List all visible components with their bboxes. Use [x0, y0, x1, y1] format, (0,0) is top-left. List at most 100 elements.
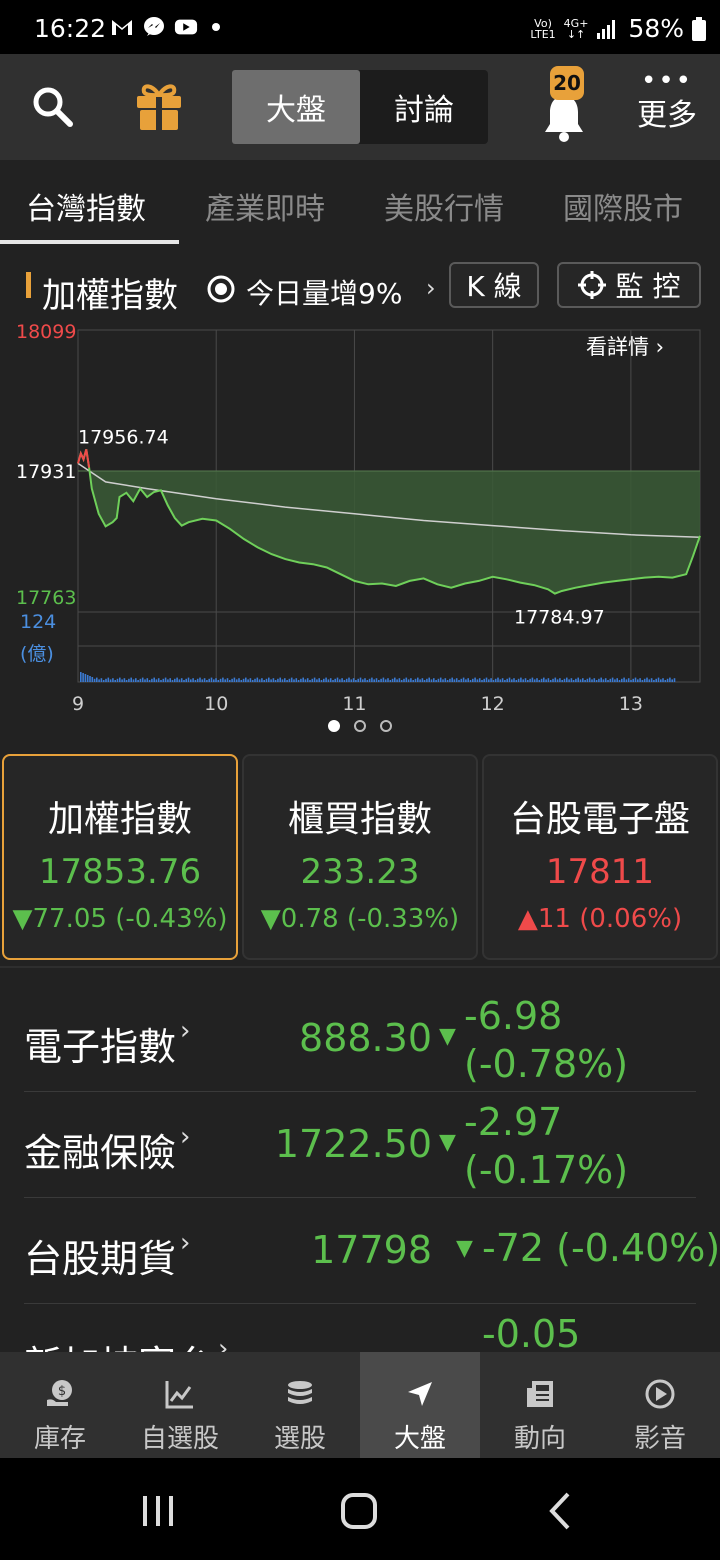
volte-indicator: Vo) LTE1: [530, 16, 556, 41]
sector-row-sgx-taiwan[interactable]: 新加坡富台› -0.05: [24, 1304, 696, 1352]
volume-bar: [650, 678, 653, 682]
volume-bar: [575, 678, 577, 682]
row-change: -2.97 (-0.17%): [464, 1100, 629, 1192]
volume-bar: [281, 679, 284, 682]
volume-bar: [579, 679, 582, 682]
volume-bar: [497, 677, 499, 682]
tab-taiwan-index[interactable]: 台灣指數: [26, 184, 146, 228]
volume-bar: [141, 677, 144, 682]
x-tick-label: 9: [72, 693, 84, 715]
recent-apps-icon[interactable]: [133, 1486, 183, 1536]
row-change: -0.05: [482, 1312, 581, 1352]
volume-bar: [378, 680, 380, 682]
volume-bar: [653, 680, 655, 682]
volume-bar: [295, 678, 298, 682]
row-value: 1722.50: [274, 1122, 432, 1166]
x-tick-label: 10: [204, 693, 228, 715]
volume-bar: [135, 678, 137, 682]
row-change: -6.98 (-0.78%): [464, 994, 629, 1086]
volume-bar: [634, 677, 637, 682]
volume-bar: [543, 677, 545, 682]
volume-bar: [112, 678, 114, 682]
volume-bar: [265, 678, 268, 682]
volume-note[interactable]: 今日量增9%: [246, 272, 402, 312]
sector-row-finance[interactable]: 金融保險 › 1722.50 ▼ -2.97 (-0.17%): [24, 1092, 696, 1198]
volume-bar: [242, 678, 245, 682]
search-icon[interactable]: [30, 84, 76, 130]
segment-market[interactable]: 大盤: [232, 70, 360, 144]
volume-bar: [549, 680, 552, 682]
nav-item-trends[interactable]: 動向: [480, 1352, 600, 1458]
tab-us-stocks[interactable]: 美股行情: [384, 184, 504, 228]
volume-bar: [226, 678, 229, 682]
volume-bar: [444, 678, 447, 682]
volume-bar: [664, 680, 667, 682]
volume-bar: [125, 680, 128, 682]
volume-bar: [517, 678, 520, 682]
volume-bar: [511, 679, 513, 682]
volume-bar: [673, 678, 676, 682]
volume-bar: [304, 679, 307, 682]
intraday-chart[interactable]: 18099 17931 17763124 (億) 17956.74 17784.97 看詳情…: [0, 320, 720, 720]
sector-row-electronics[interactable]: 電子指數 › 888.30 ▼ -6.98 (-0.78%): [24, 986, 696, 1092]
index-card-electronics-futures[interactable]: 台股電子盤 17811 ▲11 (0.06%): [482, 754, 718, 960]
volume-bar: [96, 677, 98, 682]
x-tick-label: 12: [481, 693, 505, 715]
volume-bar: [123, 678, 126, 682]
volume-bar: [270, 679, 272, 682]
volume-bar: [373, 679, 375, 682]
gift-icon[interactable]: [134, 80, 184, 132]
volume-bar: [561, 680, 563, 682]
index-card-taiex[interactable]: 加權指數 17853.76 ▼77.05 (-0.43%): [2, 754, 238, 960]
back-icon[interactable]: [536, 1486, 586, 1536]
volume-bar: [671, 679, 673, 682]
volume-bar: [439, 677, 442, 682]
tab-global-markets[interactable]: 國際股市: [563, 184, 683, 228]
pager-dot[interactable]: [380, 720, 392, 732]
monitor-label: 監 控: [615, 270, 681, 303]
volume-bar: [91, 677, 94, 682]
volume-bar: [284, 678, 286, 682]
nav-item-market[interactable]: 大盤: [360, 1352, 480, 1458]
volume-bar: [245, 677, 247, 682]
segment-discussion[interactable]: 討論: [360, 70, 488, 144]
volume-bar: [430, 679, 433, 682]
nav-item-watchlist[interactable]: 自選股: [120, 1352, 240, 1458]
more-button[interactable]: ••• 更多: [630, 66, 704, 150]
y-label-high: 18099: [16, 321, 76, 343]
index-card-otc[interactable]: 櫃買指數 233.23 ▼0.78 (-0.33%): [242, 754, 478, 960]
nav-item-screener[interactable]: 選股: [240, 1352, 360, 1458]
volume-bar: [194, 680, 197, 682]
volume-bar: [531, 677, 534, 682]
volume-bar: [387, 678, 389, 682]
volume-bar: [279, 677, 281, 682]
volume-bar: [362, 679, 364, 682]
below-reference-area: [78, 471, 700, 594]
volume-bar: [208, 678, 210, 682]
tab-industry-realtime[interactable]: 產業即時: [205, 184, 325, 228]
kline-button[interactable]: K 線: [449, 262, 539, 308]
volume-bar: [98, 679, 100, 682]
volume-bar: [327, 679, 330, 682]
sector-row-tx-futures[interactable]: 台股期貨 › 17798 ▼ -72 (-0.40%): [24, 1198, 720, 1304]
x-tick-label: 13: [619, 693, 643, 715]
home-icon[interactable]: [334, 1486, 384, 1536]
volume-bar: [598, 678, 600, 682]
volume-bar: [382, 677, 385, 682]
radio-icon[interactable]: [206, 274, 236, 304]
pager-dot[interactable]: [328, 720, 340, 732]
volume-bar: [609, 678, 612, 682]
monitor-button[interactable]: 監 控: [557, 262, 701, 308]
market-tabs: 台灣指數 產業即時 美股行情 國際股市: [0, 160, 720, 246]
volume-bar: [359, 677, 362, 682]
card-change: ▲11 (0.06%): [517, 904, 683, 934]
volume-bar: [472, 678, 474, 682]
volume-bar: [616, 678, 618, 682]
pager-dot[interactable]: [354, 720, 366, 732]
nav-item-holdings[interactable]: $ 庫存: [0, 1352, 120, 1458]
volume-bar: [607, 680, 609, 682]
more-label: 更多: [637, 98, 697, 133]
nav-item-media[interactable]: 影音: [600, 1352, 720, 1458]
volume-bar: [293, 679, 295, 682]
card-change: ▼77.05 (-0.43%): [12, 904, 228, 934]
